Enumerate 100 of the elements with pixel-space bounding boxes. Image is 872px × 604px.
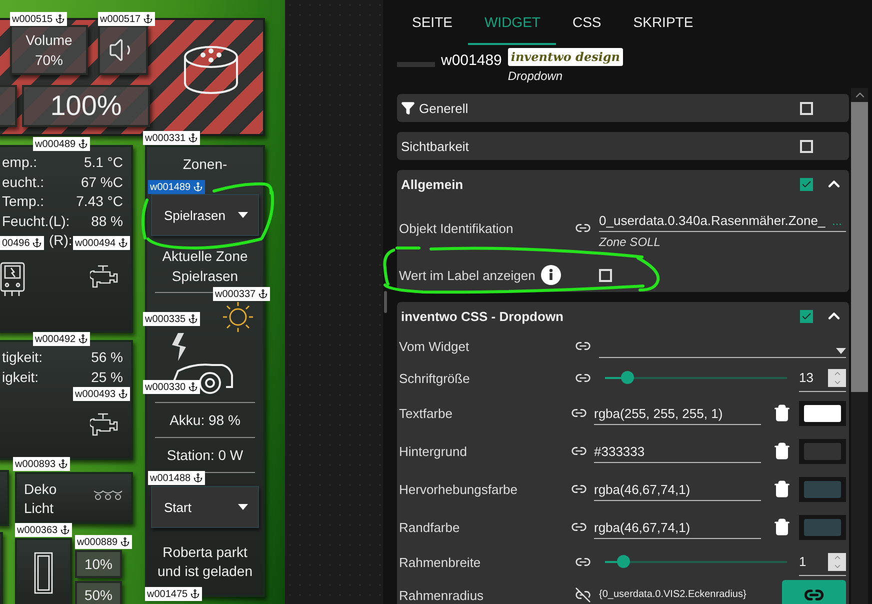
- anchor-icon: [58, 459, 68, 469]
- color-swatch[interactable]: [799, 400, 846, 426]
- tile-label: Deko Licht: [24, 480, 58, 518]
- widget-id-tag[interactable]: w000492: [33, 332, 90, 346]
- field-label: Objekt Identifikation: [399, 220, 514, 236]
- widget-thumbnail: [397, 62, 435, 67]
- widget-id-tag[interactable]: w001489: [148, 180, 205, 194]
- action-dropdown[interactable]: Start: [151, 486, 259, 528]
- level-button[interactable]: 100%: [22, 85, 150, 127]
- faucet-icon: [90, 263, 118, 289]
- tab[interactable]: SEITE: [396, 0, 468, 45]
- anchor-icon: [118, 238, 128, 248]
- color-field[interactable]: rgba(46,67,74,1): [594, 515, 761, 539]
- anchor-icon: [190, 589, 200, 599]
- widget-id-tag[interactable]: w000893: [13, 457, 70, 471]
- check-icon: [801, 310, 812, 322]
- info-icon[interactable]: [541, 265, 562, 285]
- string-lights-icon: [93, 489, 123, 501]
- current-zone-text: Aktuelle Zone Spielrasen: [161, 247, 249, 286]
- widget-id-tag[interactable]: w001488: [148, 471, 205, 485]
- shutter-panel: [15, 538, 72, 604]
- number-field[interactable]: 1: [799, 548, 846, 576]
- sun-icon: [222, 301, 254, 333]
- link-button[interactable]: [782, 580, 846, 604]
- color-swatch[interactable]: [799, 438, 846, 464]
- resize-handle[interactable]: [384, 291, 386, 313]
- trash-icon[interactable]: [773, 442, 791, 460]
- scrollbar[interactable]: [851, 88, 868, 604]
- section-title[interactable]: inventwo CSS - Dropdown: [401, 308, 564, 324]
- section-title[interactable]: Sichtbarkeit: [401, 138, 469, 154]
- trash-icon[interactable]: [773, 518, 791, 536]
- volume-button[interactable]: Volume 70%: [10, 25, 88, 75]
- field-label: Vom Widget: [399, 338, 470, 354]
- battery-text: Akku: 98 %: [170, 411, 240, 430]
- field-label: Rahmenradius: [399, 588, 485, 602]
- reading-label: (R):: [49, 231, 72, 250]
- reading-label: igkeit:: [2, 368, 39, 387]
- number-field[interactable]: 13: [799, 364, 846, 392]
- anchor-icon: [118, 389, 128, 399]
- tab[interactable]: CSS: [556, 0, 618, 45]
- widget-id-tag[interactable]: w000330: [143, 380, 200, 394]
- widget-id-tag[interactable]: w000335: [143, 312, 200, 326]
- field-label: Rahmenbreite: [399, 554, 482, 570]
- reading-value: 25 %: [91, 368, 123, 387]
- anchor-icon: [78, 334, 88, 344]
- volume-up-button[interactable]: [98, 25, 148, 75]
- field-label: Randfarbe: [399, 520, 461, 534]
- window-icon: [34, 552, 53, 594]
- browse-button[interactable]: ...: [828, 214, 846, 228]
- widget-id-tag[interactable]: w000489: [33, 137, 90, 151]
- color-field[interactable]: rgba(46,67,74,1): [594, 477, 761, 501]
- reading-label: Feucht.(L):: [2, 212, 70, 231]
- anchor-icon: [60, 525, 70, 535]
- color-swatch[interactable]: [799, 476, 846, 502]
- anchor-icon: [192, 473, 203, 483]
- checkbox[interactable]: [800, 310, 813, 322]
- section-title[interactable]: Allgemein: [401, 176, 464, 192]
- widget-id-tag[interactable]: w000337: [213, 287, 270, 301]
- widget-id-tag[interactable]: w001475: [145, 587, 202, 601]
- widget-id-tag[interactable]: w000515: [10, 12, 67, 26]
- checkbox[interactable]: [599, 268, 612, 282]
- color-field[interactable]: #333333: [594, 439, 761, 463]
- trash-icon[interactable]: [773, 404, 791, 422]
- widget-id-tag[interactable]: 00496: [0, 236, 44, 250]
- light-tile[interactable]: Deko Licht: [15, 472, 133, 524]
- checkbox[interactable]: [800, 178, 813, 190]
- object-id-field[interactable]: 0_userdata.0.340a.Rasenmäher.Zone_ ...: [599, 213, 846, 232]
- spinner-control[interactable]: [828, 368, 846, 386]
- checkbox[interactable]: [800, 140, 813, 152]
- shutter-button[interactable]: 10%: [75, 550, 122, 578]
- anchor-icon: [120, 537, 130, 547]
- unlink-icon[interactable]: [575, 587, 591, 603]
- widget-id-tag[interactable]: w000363: [15, 523, 72, 537]
- slider-thumb[interactable]: [620, 371, 634, 384]
- trash-icon[interactable]: [773, 480, 791, 498]
- widget-set-label: inventwo design: [508, 48, 624, 66]
- anchor-icon: [54, 14, 65, 24]
- anchor-icon: [32, 238, 42, 248]
- binding-field[interactable]: {0_userdata.0.VIS2.Eckenradius}: [599, 583, 774, 604]
- zone-dropdown[interactable]: Spielrasen: [151, 194, 259, 236]
- spinner-control[interactable]: [828, 552, 846, 570]
- checkbox[interactable]: [800, 102, 813, 114]
- widget-id-tag[interactable]: w000493: [73, 387, 130, 401]
- widget-id-tag[interactable]: w000889: [75, 535, 132, 549]
- section-title[interactable]: Generell: [419, 100, 468, 116]
- color-field[interactable]: rgba(255, 255, 255, 1): [594, 401, 761, 425]
- color-swatch[interactable]: [799, 514, 846, 540]
- slider-thumb[interactable]: [617, 555, 630, 568]
- widget-id-tag[interactable]: w000494: [73, 236, 130, 250]
- tab[interactable]: WIDGET: [468, 0, 556, 45]
- anchor-icon: [188, 133, 198, 143]
- widget-id-tag[interactable]: w000517: [98, 12, 155, 26]
- tab[interactable]: SKRIPTE: [617, 0, 710, 45]
- widget-id-tag[interactable]: w000331: [143, 131, 200, 145]
- reading-value: 7.43 °C: [76, 192, 123, 212]
- status-text: Roberta parkt und ist geladen: [156, 543, 254, 581]
- shutter-button[interactable]: 50%: [75, 581, 122, 604]
- caret-icon: [238, 212, 248, 218]
- scrollbar-thumb[interactable]: [851, 102, 868, 392]
- reading-value: 56 %: [91, 348, 123, 367]
